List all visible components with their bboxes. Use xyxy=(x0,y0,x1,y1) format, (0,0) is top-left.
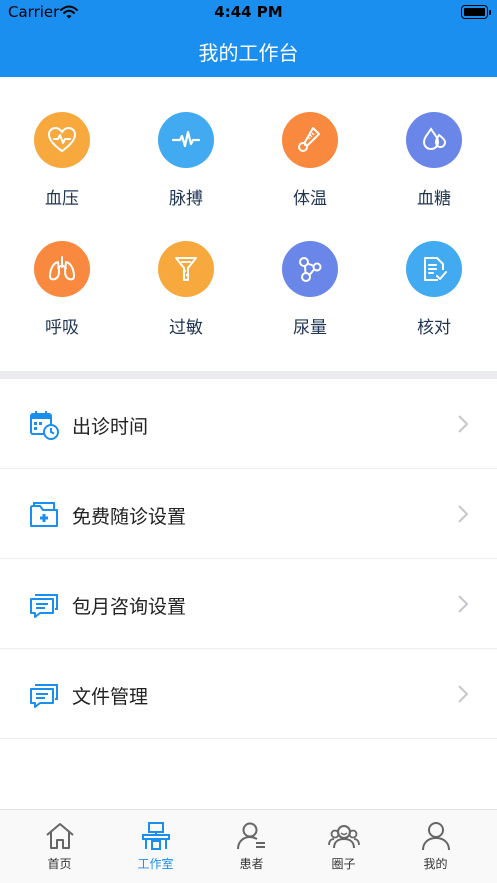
patient-icon xyxy=(236,820,268,852)
grid-item-label: 体温 xyxy=(293,189,327,209)
grid-item-label: 血压 xyxy=(45,189,79,209)
grid-item-urine-volume[interactable]: 尿量 xyxy=(248,241,372,361)
chevron-right-icon xyxy=(457,414,469,438)
tab-label: 工作室 xyxy=(137,857,174,871)
chevron-right-icon xyxy=(457,504,469,528)
tab-circle[interactable]: 圈子 xyxy=(294,810,393,883)
tab-workstation[interactable]: 工作室 xyxy=(106,810,205,883)
grid-item-verification[interactable]: 核对 xyxy=(372,241,496,361)
menu-item-visit-time[interactable]: 出诊时间 xyxy=(0,379,497,469)
grid-item-blood-pressure[interactable]: 血压 xyxy=(0,112,124,232)
grid-item-allergy[interactable]: 过敏 xyxy=(124,241,248,361)
heart-pulse-icon xyxy=(34,112,90,168)
tab-profile[interactable]: 我的 xyxy=(386,810,485,883)
thermometer-icon xyxy=(282,112,338,168)
lungs-icon xyxy=(34,241,90,297)
workstation-icon xyxy=(140,820,172,852)
molecule-icon xyxy=(282,241,338,297)
tab-label: 圈子 xyxy=(331,857,356,871)
tab-label: 我的 xyxy=(423,857,448,871)
grid-item-respiration[interactable]: 呼吸 xyxy=(0,241,124,361)
nav-bar: 我的工作台 xyxy=(0,24,497,77)
grid-item-label: 尿量 xyxy=(293,318,327,338)
grid-item-label: 血糖 xyxy=(417,189,451,209)
tab-home[interactable]: 首页 xyxy=(10,810,109,883)
home-icon xyxy=(44,820,76,852)
grid-item-temperature[interactable]: 体温 xyxy=(248,112,372,232)
chat-bubbles-icon xyxy=(28,589,60,621)
calendar-clock-icon xyxy=(28,409,60,441)
grid-item-label: 脉搏 xyxy=(169,189,203,209)
chevron-right-icon xyxy=(457,594,469,618)
tab-patients[interactable]: 患者 xyxy=(202,810,301,883)
tab-label: 首页 xyxy=(47,857,72,871)
vital-signs-grid: 血压 脉搏 体温 血糖 呼吸 过敏 尿量 核对 xyxy=(0,77,497,371)
group-icon xyxy=(328,820,360,852)
status-time: 4:44 PM xyxy=(214,3,283,21)
menu-item-label: 免费随诊设置 xyxy=(72,506,187,528)
grid-item-label: 呼吸 xyxy=(45,318,79,338)
settings-menu: 出诊时间 免费随诊设置 包月咨询设置 文件管理 xyxy=(0,379,497,739)
grid-item-label: 核对 xyxy=(417,318,451,338)
chat-bubbles-icon xyxy=(28,679,60,711)
tab-bar: 首页 工作室 患者 圈子 我的 xyxy=(0,809,497,883)
grid-item-label: 过敏 xyxy=(169,318,203,338)
medical-folder-icon xyxy=(28,499,60,531)
menu-item-label: 包月咨询设置 xyxy=(72,596,187,618)
grid-item-pulse[interactable]: 脉搏 xyxy=(124,112,248,232)
chevron-right-icon xyxy=(457,684,469,708)
allergy-icon xyxy=(158,241,214,297)
check-document-icon xyxy=(406,241,462,297)
profile-icon xyxy=(420,820,452,852)
battery-icon xyxy=(461,5,491,19)
blood-drop-icon xyxy=(406,112,462,168)
section-divider xyxy=(0,371,497,379)
grid-item-blood-sugar[interactable]: 血糖 xyxy=(372,112,496,232)
pulse-wave-icon xyxy=(158,112,214,168)
menu-item-file-management[interactable]: 文件管理 xyxy=(0,649,497,739)
menu-item-label: 出诊时间 xyxy=(72,416,149,438)
page-title: 我的工作台 xyxy=(198,41,299,65)
tab-label: 患者 xyxy=(239,857,264,871)
menu-item-free-followup[interactable]: 免费随诊设置 xyxy=(0,469,497,559)
menu-item-label: 文件管理 xyxy=(72,686,149,708)
status-bar: Carrier 4:44 PM xyxy=(0,0,497,24)
menu-item-monthly-consult[interactable]: 包月咨询设置 xyxy=(0,559,497,649)
